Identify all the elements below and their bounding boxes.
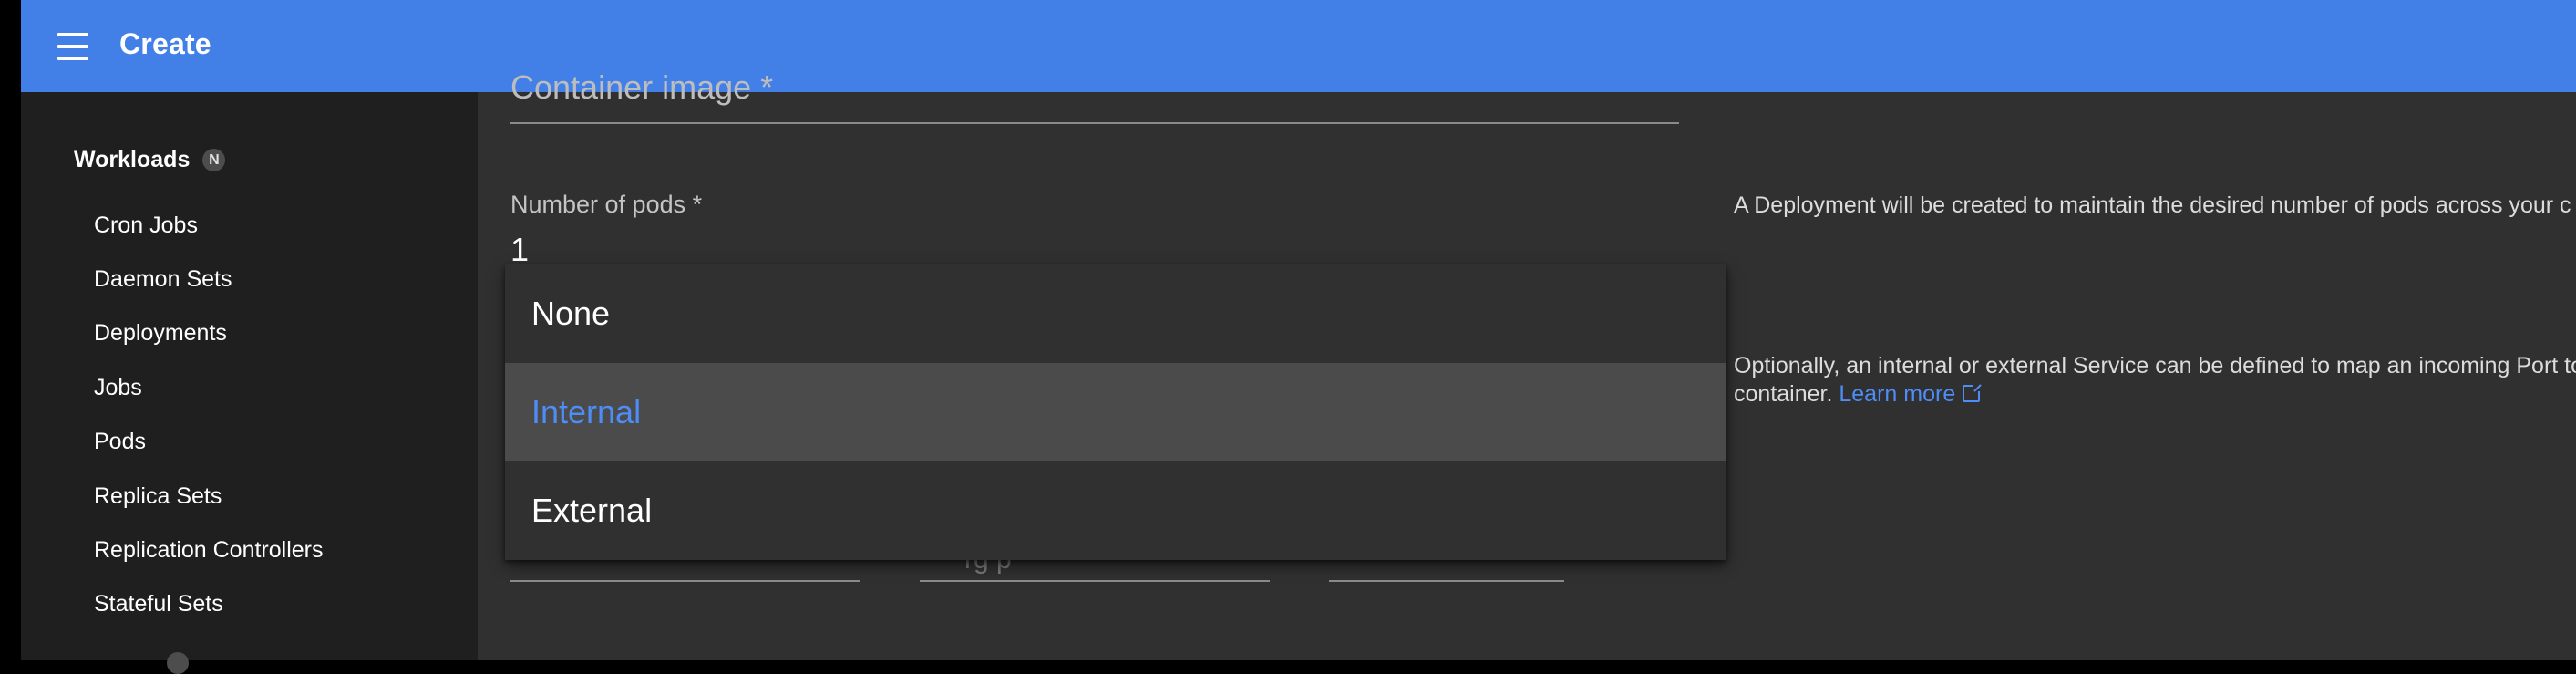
option-internal[interactable]: Internal bbox=[505, 363, 1726, 461]
page-title: Create bbox=[119, 27, 211, 60]
option-external[interactable]: External bbox=[505, 461, 1726, 560]
app-window: Create Workloads N Cron Jobs Daemon Sets… bbox=[21, 0, 2576, 674]
sidebar-item-deployments[interactable]: Deployments bbox=[94, 319, 227, 347]
sidebar-badge-partial bbox=[167, 652, 189, 674]
sidebar-item-stateful-sets[interactable]: Stateful Sets bbox=[94, 590, 223, 617]
sidebar-item-cron-jobs[interactable]: Cron Jobs bbox=[94, 212, 198, 239]
option-none[interactable]: None bbox=[505, 264, 1726, 363]
sidebar-item-pods[interactable]: Pods bbox=[94, 428, 146, 455]
container-image-label: Container image * bbox=[510, 68, 774, 106]
sidebar-item-jobs[interactable]: Jobs bbox=[94, 374, 142, 401]
service-help-text-line2: container. Learn more bbox=[1734, 380, 1983, 409]
sidebar-group-label: Workloads bbox=[74, 147, 191, 172]
namespace-badge: N bbox=[202, 149, 226, 171]
target-port-input[interactable] bbox=[920, 580, 1270, 582]
container-image-input[interactable] bbox=[510, 122, 1679, 124]
learn-more-label: Learn more bbox=[1839, 381, 1956, 407]
port-input[interactable] bbox=[510, 580, 860, 582]
deployment-help-text: A Deployment will be created to maintain… bbox=[1734, 192, 2571, 218]
number-of-pods-input[interactable]: 1 bbox=[510, 231, 529, 269]
open-in-new-icon bbox=[1963, 383, 1983, 402]
service-help-text-container: container. bbox=[1734, 381, 1833, 407]
service-type-dropdown: None Internal External bbox=[505, 264, 1726, 560]
sidebar-group-workloads[interactable]: Workloads N bbox=[74, 147, 226, 173]
protocol-select[interactable] bbox=[1329, 580, 1564, 582]
sidebar: Workloads N Cron Jobs Daemon Sets Deploy… bbox=[21, 92, 478, 674]
number-of-pods-label: Number of pods * bbox=[510, 191, 703, 218]
top-toolbar: Create bbox=[21, 0, 2576, 92]
sidebar-item-daemon-sets[interactable]: Daemon Sets bbox=[94, 265, 232, 293]
service-help-text-line1: Optionally, an internal or external Serv… bbox=[1734, 353, 2576, 378]
sidebar-item-replication-controllers[interactable]: Replication Controllers bbox=[94, 536, 324, 564]
learn-more-link[interactable]: Learn more bbox=[1839, 381, 1983, 407]
hamburger-menu-icon[interactable] bbox=[57, 33, 88, 60]
sidebar-item-replica-sets[interactable]: Replica Sets bbox=[94, 482, 222, 510]
